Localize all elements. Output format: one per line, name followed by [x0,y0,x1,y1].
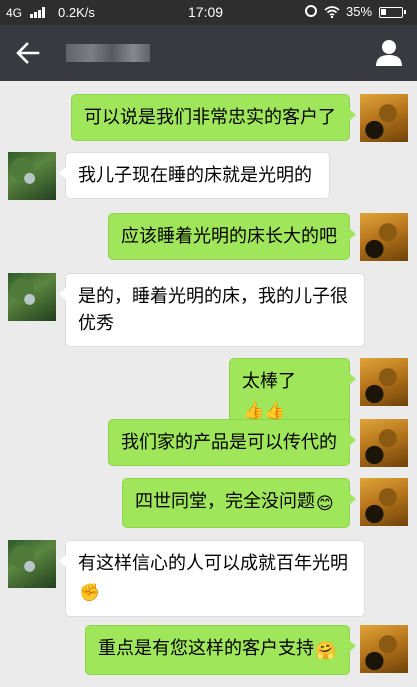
message-bubble-outgoing[interactable]: 四世同堂，完全没问题😊 [122,478,356,528]
network-speed: 0.2K/s [58,5,95,20]
contact-avatar[interactable] [8,152,56,200]
person-icon[interactable] [374,38,404,68]
back-arrow-icon[interactable] [14,39,42,67]
message-text: 可以说是我们非常忠实的客户了 [84,107,336,128]
message-bubble-incoming[interactable]: 有这样信心的人可以成就百年光明 ✊ [59,540,365,617]
message-bubble-outgoing[interactable]: 应该睡着光明的床长大的吧 [108,213,356,260]
contact-avatar[interactable] [8,273,56,321]
status-bar: 4G 0.2K/s 17:09 35% [0,0,417,25]
my-avatar[interactable] [360,625,408,673]
fist-icon: ✊ [79,583,101,603]
contact-avatar[interactable] [8,540,56,588]
smile-icon: 😊 [316,494,334,514]
message-text: 太棒了 [242,371,296,392]
clock: 17:09 [188,4,224,20]
message-bubble-incoming[interactable]: 是的，睡着光明的床，我的儿子很优秀 [59,273,365,347]
battery-percent: 35% [346,4,373,19]
message-text: 有这样信心的人可以成就百年光明 [78,553,348,574]
hug-icon: 🤗 [315,641,337,661]
message-bubble-incoming[interactable]: 我儿子现在睡的床就是光明的 [59,152,330,199]
message-text: 应该睡着光明的床长大的吧 [121,226,337,247]
my-avatar[interactable] [360,419,408,467]
chat-title-bar [0,25,417,81]
battery-icon [379,7,406,18]
message-bubble-outgoing[interactable]: 可以说是我们非常忠实的客户了 [71,94,356,141]
my-avatar[interactable] [360,213,408,261]
message-text: 我儿子现在睡的床就是光明的 [78,165,312,186]
message-text: 四世同堂，完全没问题 [135,491,315,512]
message-bubble-outgoing[interactable]: 我们家的产品是可以传代的 [108,419,356,466]
signal-icon [30,7,48,18]
my-avatar[interactable] [360,478,408,526]
network-type: 4G [6,6,23,20]
message-text: 我们家的产品是可以传代的 [121,432,337,453]
message-text: 重点是有您这样的客户支持 [98,638,314,659]
message-text: 是的，睡着光明的床，我的儿子很优秀 [78,286,348,334]
my-avatar[interactable] [360,358,408,406]
wifi-icon [324,6,340,18]
message-bubble-outgoing[interactable]: 重点是有您这样的客户支持🤗 [85,625,356,675]
my-avatar[interactable] [360,94,408,142]
alarm-icon [305,5,317,17]
contact-name [66,44,150,62]
